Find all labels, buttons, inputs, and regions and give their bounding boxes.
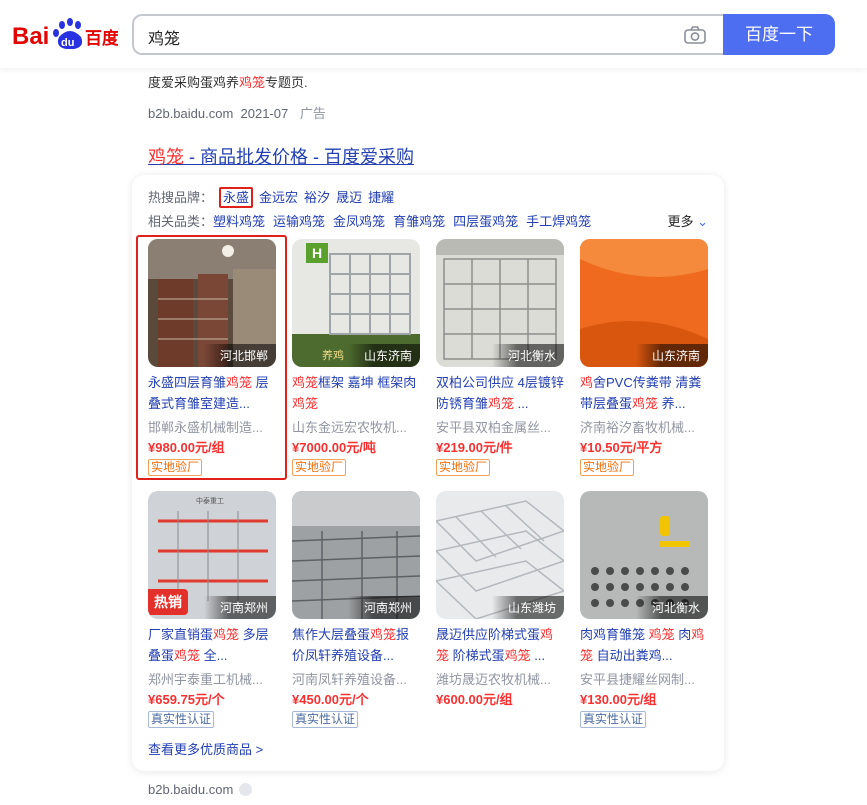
product-price: ¥600.00元/组: [436, 692, 513, 707]
ad-label[interactable]: 广告: [300, 106, 326, 121]
brand-link[interactable]: 晟迈: [336, 190, 362, 205]
more-label: 更多: [667, 214, 694, 229]
footer-source[interactable]: b2b.baidu.com: [148, 782, 253, 797]
more-categories-button[interactable]: 更多 ⌄: [667, 211, 708, 230]
verified-tag: 真实性认证: [292, 711, 359, 728]
location-badge: 山东济南: [635, 344, 708, 367]
product-price: ¥130.00元/组: [580, 692, 657, 707]
hot-brands: 热搜品牌： 永盛 金远宏 裕汐 晟迈 捷耀: [148, 187, 394, 208]
product-price: ¥450.00元/个: [292, 692, 369, 707]
category-link[interactable]: 育雏鸡笼: [393, 214, 445, 229]
result-title[interactable]: 鸡笼 - 商品批发价格 - 百度爱采购: [148, 143, 414, 169]
company-name[interactable]: 安平县捷耀丝网制...: [580, 669, 708, 688]
svg-text:百度: 百度: [85, 28, 118, 49]
category-link[interactable]: 运输鸡笼: [273, 214, 325, 229]
product-image[interactable]: 山东潍坊: [436, 491, 564, 619]
product-name[interactable]: 鸡笼框架 嘉坤 框架肉鸡笼: [292, 372, 420, 414]
company-name[interactable]: 安平县双柏金属丝...: [436, 417, 564, 436]
company-name[interactable]: 河南凤轩养殖设备...: [292, 669, 420, 688]
hot-brands-label: 热搜品牌：: [148, 190, 214, 205]
brand-link[interactable]: 捷耀: [368, 190, 394, 205]
category-link[interactable]: 塑料鸡笼: [213, 214, 265, 229]
verified-tag: 真实性认证: [580, 711, 647, 728]
source-url[interactable]: b2b.baidu.com: [148, 106, 233, 121]
product-price: ¥10.50元/平方: [580, 440, 663, 455]
header: Bai du 百度 鸡笼 百度一下: [0, 0, 867, 68]
location-badge: 河北衡水: [491, 344, 564, 367]
product-price: ¥7000.00元/吨: [292, 440, 376, 455]
verified-tag: 真实性认证: [148, 711, 215, 728]
location-badge: 河南郑州: [347, 596, 420, 619]
hot-sale-badge: 热销: [148, 589, 188, 615]
verified-tag: 实地验厂: [436, 459, 491, 476]
snippet-text-end: 专题页.: [265, 75, 308, 90]
company-name[interactable]: 郑州宇泰重工机械...: [148, 669, 276, 688]
camera-icon[interactable]: [684, 26, 706, 44]
location-badge: 河南郑州: [203, 596, 276, 619]
product-name[interactable]: 肉鸡育雏笼 鸡笼 肉鸡笼 自动出粪鸡...: [580, 624, 708, 666]
product-image[interactable]: 河北衡水: [580, 491, 708, 619]
categories-label: 相关品类：: [148, 214, 214, 229]
product-image[interactable]: 中泰重工 热销 河南郑州: [148, 491, 276, 619]
snippet-keyword: 鸡笼: [239, 75, 266, 90]
highlight-box: [136, 235, 287, 480]
svg-text:中泰重工: 中泰重工: [196, 496, 224, 505]
product-image[interactable]: 河北衡水: [436, 239, 564, 367]
brand-link[interactable]: 裕汐: [304, 190, 330, 205]
product-name[interactable]: 厂家直销蛋鸡笼 多层叠蛋鸡笼 全...: [148, 624, 276, 666]
product-image[interactable]: H 养鸡 山东济南: [292, 239, 420, 367]
company-name[interactable]: 济南裕汐畜牧机械...: [580, 417, 708, 436]
svg-text:H: H: [312, 245, 322, 261]
related-categories: 相关品类：塑料鸡笼 运输鸡笼 金凤鸡笼 育雏鸡笼 四层蛋鸡笼 手工焊鸡笼: [148, 211, 599, 230]
baidu-logo[interactable]: Bai du 百度: [12, 17, 118, 53]
dropdown-icon[interactable]: [239, 783, 253, 796]
category-link[interactable]: 金凤鸡笼: [333, 214, 385, 229]
location-badge: 山东潍坊: [491, 596, 564, 619]
footer-source-url: b2b.baidu.com: [148, 782, 234, 797]
search-box[interactable]: 鸡笼: [132, 14, 724, 55]
company-name[interactable]: 潍坊晟迈农牧机械...: [436, 669, 564, 688]
snippet-text: 度爱采购蛋鸡养: [148, 75, 240, 90]
date: 2021-07: [240, 106, 289, 121]
product-name[interactable]: 双柏公司供应 4层镀锌防锈育雏鸡笼 ...: [436, 372, 564, 414]
product-image[interactable]: 河南郑州: [292, 491, 420, 619]
svg-text:du: du: [61, 37, 74, 49]
product-image[interactable]: 山东济南: [580, 239, 708, 367]
search-button[interactable]: 百度一下: [723, 14, 835, 55]
category-link[interactable]: 四层蛋鸡笼: [453, 214, 518, 229]
title-keyword: 鸡笼: [148, 147, 184, 167]
category-link[interactable]: 手工焊鸡笼: [526, 214, 591, 229]
search-input[interactable]: 鸡笼: [148, 25, 180, 49]
product-price: ¥659.75元/个: [148, 692, 225, 707]
verified-tag: 实地验厂: [580, 459, 635, 476]
chevron-down-icon: ⌄: [697, 214, 708, 229]
prev-result-meta: b2b.baidu.com 2021-07 广告: [148, 103, 326, 122]
company-name[interactable]: 山东金远宏农牧机...: [292, 417, 420, 436]
brand-link-yongsheng[interactable]: 永盛: [219, 187, 254, 208]
location-badge: 山东济南: [347, 344, 420, 367]
svg-text:Bai: Bai: [12, 23, 49, 50]
location-badge: 河北衡水: [635, 596, 708, 619]
svg-text:养鸡: 养鸡: [322, 348, 344, 362]
brand-link[interactable]: 金远宏: [259, 190, 298, 205]
verified-tag: 实地验厂: [292, 459, 347, 476]
product-name[interactable]: 焦作大层叠蛋鸡笼报价凤轩养殖设备...: [292, 624, 420, 666]
product-name[interactable]: 晟迈供应阶梯式蛋鸡笼 阶梯式蛋鸡笼 ...: [436, 624, 564, 666]
product-price: ¥219.00元/件: [436, 440, 513, 455]
product-name[interactable]: 鸡舍PVC传粪带 清粪带层叠蛋鸡笼 养...: [580, 372, 708, 414]
title-text: - 商品批发价格 - 百度爱采购: [184, 147, 414, 167]
more-products-link[interactable]: 查看更多优质商品 >: [148, 739, 263, 758]
